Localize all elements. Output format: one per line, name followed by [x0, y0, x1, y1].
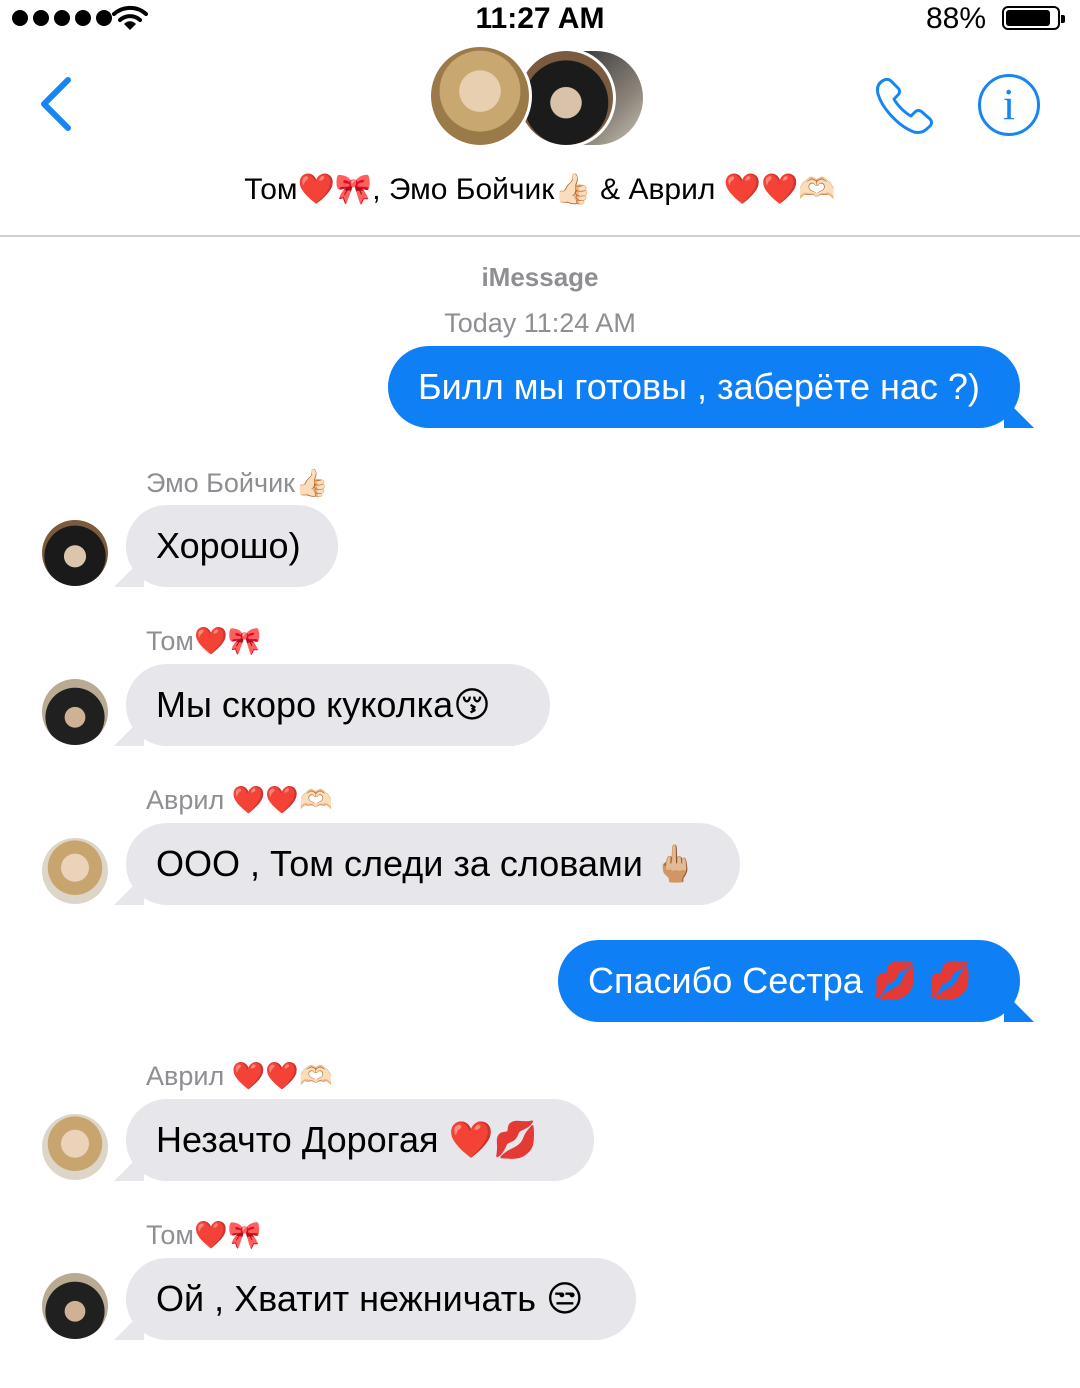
battery-icon	[1002, 6, 1065, 30]
sender-name: Том❤️🎀	[146, 626, 262, 656]
avatar-avril	[428, 44, 532, 148]
sender-name: Том❤️🎀	[146, 1220, 262, 1250]
message-bubble-incoming[interactable]: Ой , Хватит нежничать 😒	[126, 1258, 636, 1340]
message-bubble-incoming[interactable]: Мы скоро куколка😚	[126, 664, 550, 746]
message-bubble-incoming[interactable]: Незачто Дорогая ❤️💋	[126, 1099, 594, 1181]
sender-name: Эмо Бойчик👍🏻	[146, 468, 329, 498]
avatar[interactable]	[42, 520, 108, 586]
avatar[interactable]	[42, 1114, 108, 1180]
sender-name: Аврил ❤️❤️🫶🏻	[146, 785, 333, 815]
battery-percentage: 88%	[925, 2, 986, 35]
phone-icon[interactable]	[872, 74, 936, 138]
sender-name: Аврил ❤️❤️🫶🏻	[146, 1061, 333, 1091]
message-bubble-outgoing[interactable]: Билл мы готовы , заберёте нас ?)	[388, 346, 1020, 428]
avatar[interactable]	[42, 838, 108, 904]
message-bubble-incoming[interactable]: ООО , Том следи за словами 🖕🏼	[126, 823, 740, 905]
info-icon[interactable]: i	[978, 74, 1040, 136]
status-bar: 11:27 AM 88%	[0, 0, 1080, 40]
avatar[interactable]	[42, 679, 108, 745]
group-title[interactable]: Том❤️🎀, Эмо Бойчик👍🏻 & Аврил ❤️❤️🫶🏻	[0, 166, 1080, 214]
status-time: 11:27 AM	[475, 2, 605, 35]
group-avatars[interactable]	[428, 44, 658, 154]
avatar[interactable]	[42, 1273, 108, 1339]
message-bubble-incoming[interactable]: Хорошо)	[126, 505, 338, 587]
chevron-left-icon[interactable]	[36, 74, 76, 134]
conversation-header: i Том❤️🎀, Эмо Бойчик👍🏻 & Аврил ❤️❤️🫶🏻	[0, 40, 1080, 237]
message-timestamp: Today 11:24 AM	[444, 308, 636, 338]
service-label: iMessage	[481, 262, 599, 292]
message-bubble-outgoing[interactable]: Спасибо Сестра 💋 💋	[558, 940, 1020, 1022]
